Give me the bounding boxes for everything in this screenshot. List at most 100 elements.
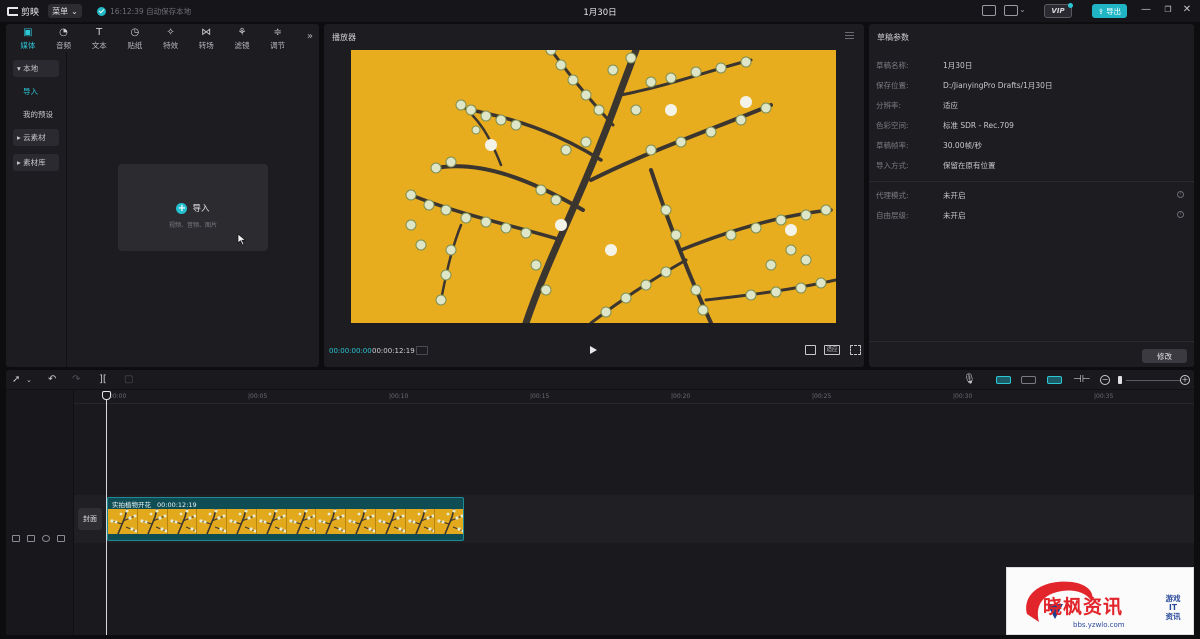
clip-thumbnail-frame bbox=[286, 509, 317, 534]
menu-button[interactable]: 菜单 ⌄ bbox=[48, 4, 82, 18]
ruler-tick: |00:30 bbox=[953, 393, 973, 400]
playhead-handle[interactable] bbox=[102, 391, 111, 400]
capcut-logo-icon bbox=[7, 7, 18, 16]
speaker-icon[interactable] bbox=[57, 535, 65, 542]
fullscreen-crop-icon[interactable] bbox=[805, 345, 816, 355]
ruler-tick: |00:35 bbox=[1094, 393, 1114, 400]
chevron-down-icon: ⌄ bbox=[71, 6, 78, 16]
tab-sticker[interactable]: ◷ 贴纸 bbox=[117, 24, 153, 52]
close-icon[interactable]: ✕ bbox=[1181, 4, 1193, 16]
chevron-down-icon[interactable]: ⌄ bbox=[26, 375, 32, 385]
clip-thumbnail-frame bbox=[256, 509, 287, 534]
eye-icon[interactable] bbox=[42, 535, 50, 542]
linkage-icon[interactable] bbox=[1047, 376, 1062, 384]
watermark-side-text: 游戏 IT 资讯 bbox=[1159, 594, 1187, 621]
edit-button[interactable]: 修改 bbox=[1142, 349, 1187, 363]
select-cursor-icon[interactable]: ➚ bbox=[12, 375, 20, 385]
player-menu-icon[interactable] bbox=[845, 32, 854, 39]
help-icon[interactable]: ? bbox=[1177, 211, 1184, 218]
prop-row-location: 保存位置: D:/JianyingPro Drafts/1月30日 bbox=[876, 80, 1186, 92]
tab-effects[interactable]: ✧ 特效 bbox=[153, 24, 189, 52]
tab-media[interactable]: ▣ 媒体 bbox=[10, 24, 46, 52]
plus-icon: + bbox=[176, 202, 188, 214]
split-icon[interactable]: ][ bbox=[99, 375, 107, 385]
ruler-tick: |00:20 bbox=[671, 393, 691, 400]
import-button[interactable]: + 导入 bbox=[118, 202, 268, 214]
main-track-magnet-icon[interactable] bbox=[996, 376, 1011, 384]
save-status: 16:12:39 自动保存本地 bbox=[97, 6, 191, 17]
media-icon: ▣ bbox=[23, 26, 33, 38]
prop-value: D:/JianyingPro Drafts/1月30日 bbox=[943, 81, 1053, 90]
side-item-cloud[interactable]: ▸ 云素材 bbox=[13, 129, 59, 146]
side-item-presets[interactable]: 我的预设 bbox=[13, 106, 65, 123]
microphone-icon[interactable]: 🎙︎ bbox=[963, 375, 976, 385]
layout-icon[interactable] bbox=[1004, 5, 1018, 16]
undo-icon[interactable]: ↶ bbox=[48, 375, 56, 385]
prop-label: 分辨率: bbox=[876, 101, 902, 110]
tab-label: 特效 bbox=[163, 41, 179, 50]
clip-thumbnail-frame bbox=[137, 509, 168, 534]
side-item-local[interactable]: ▾ 本地 bbox=[13, 60, 59, 77]
auto-snap-icon[interactable] bbox=[1021, 376, 1036, 384]
tab-text[interactable]: T 文本 bbox=[81, 24, 117, 52]
tab-audio[interactable]: ◔ 音频 bbox=[46, 24, 82, 52]
prop-label: 色彩空间: bbox=[876, 121, 909, 130]
redo-icon[interactable]: ↷ bbox=[72, 375, 80, 385]
watermark-side-line: IT bbox=[1169, 603, 1177, 612]
current-timecode: 00:00:00:00 bbox=[329, 347, 372, 355]
upload-icon: ⇪ bbox=[1097, 6, 1105, 16]
ruler-tick: |00:05 bbox=[248, 393, 268, 400]
import-label: 导入 bbox=[192, 204, 210, 214]
prop-value: 适应 bbox=[943, 101, 958, 110]
zoom-out-icon[interactable]: − bbox=[1100, 375, 1110, 385]
prop-value: 1月30日 bbox=[943, 61, 973, 70]
preview-axis-icon[interactable]: ⊣⊢ bbox=[1073, 375, 1090, 385]
tab-adjust[interactable]: ≑ 调节 bbox=[260, 24, 296, 52]
prop-row-proxy: 代理模式: 未开启 ? bbox=[876, 190, 1186, 202]
expand-icon[interactable] bbox=[850, 345, 861, 355]
cover-button[interactable]: 封面 bbox=[78, 508, 102, 530]
video-frame-image bbox=[351, 50, 836, 323]
side-item-import[interactable]: 导入 bbox=[13, 83, 59, 100]
properties-panel: 草稿参数 草稿名称: 1月30日 保存位置: D:/JianyingPro Dr… bbox=[869, 24, 1194, 367]
zoom-slider-thumb[interactable] bbox=[1118, 376, 1122, 384]
track-cover-icon[interactable] bbox=[12, 535, 20, 542]
lock-icon[interactable] bbox=[27, 535, 35, 542]
tab-filter[interactable]: ⚘ 滤镜 bbox=[224, 24, 260, 52]
minimize-icon[interactable]: — bbox=[1140, 4, 1152, 16]
playhead-line[interactable] bbox=[106, 393, 107, 635]
help-icon[interactable]: ? bbox=[1177, 191, 1184, 198]
watermark-side-line: 游戏 bbox=[1165, 594, 1181, 603]
watermark-side-line: 资讯 bbox=[1165, 612, 1181, 621]
zoom-in-icon[interactable]: + bbox=[1180, 375, 1190, 385]
video-clip[interactable]: 实拍植物开花 00:00:12:19 bbox=[107, 497, 464, 541]
keyboard-icon[interactable] bbox=[982, 5, 996, 16]
import-hint: 视频、音频、图片 bbox=[168, 222, 217, 229]
time-ruler[interactable]: 00:00 |00:05 |00:10 |00:15 |00:20 |00:25… bbox=[74, 390, 1194, 404]
prop-label: 保存位置: bbox=[876, 81, 909, 90]
export-button[interactable]: ⇪ 导出 bbox=[1092, 4, 1127, 18]
play-icon[interactable] bbox=[590, 346, 597, 354]
clip-thumbnail-frame bbox=[346, 509, 376, 534]
notification-dot bbox=[1068, 3, 1073, 8]
layout-chevron-icon[interactable]: ⌄ bbox=[1019, 5, 1026, 14]
clip-thumbnail-frame bbox=[405, 509, 436, 534]
expand-tabs-icon[interactable]: » bbox=[307, 31, 313, 42]
side-item-library[interactable]: ▸ 素材库 bbox=[13, 154, 59, 171]
prop-row-name: 草稿名称: 1月30日 bbox=[876, 60, 1186, 72]
vip-button[interactable]: VIP bbox=[1044, 3, 1073, 18]
zoom-slider-track[interactable] bbox=[1126, 380, 1180, 381]
tab-transition[interactable]: ⋈ 转场 bbox=[188, 24, 224, 52]
clip-label: 实拍植物开花 00:00:12:19 bbox=[112, 499, 197, 509]
prop-label: 代理模式: bbox=[876, 191, 909, 200]
watermark-logo: 晓枫资讯 游戏 IT 资讯 bbs.yzwlo.com bbox=[1006, 567, 1194, 635]
video-preview[interactable] bbox=[351, 50, 836, 323]
restore-icon[interactable]: ❐ bbox=[1162, 4, 1174, 16]
clip-thumbnail-frame bbox=[316, 509, 346, 534]
delete-icon[interactable]: ▢ bbox=[124, 375, 133, 385]
ratio-button[interactable]: 适应 bbox=[824, 345, 840, 355]
divider bbox=[869, 341, 1194, 342]
export-label: 导出 bbox=[1106, 6, 1122, 16]
timecode-grid-icon[interactable] bbox=[416, 346, 428, 355]
clip-thumbnail-frame bbox=[167, 509, 198, 534]
